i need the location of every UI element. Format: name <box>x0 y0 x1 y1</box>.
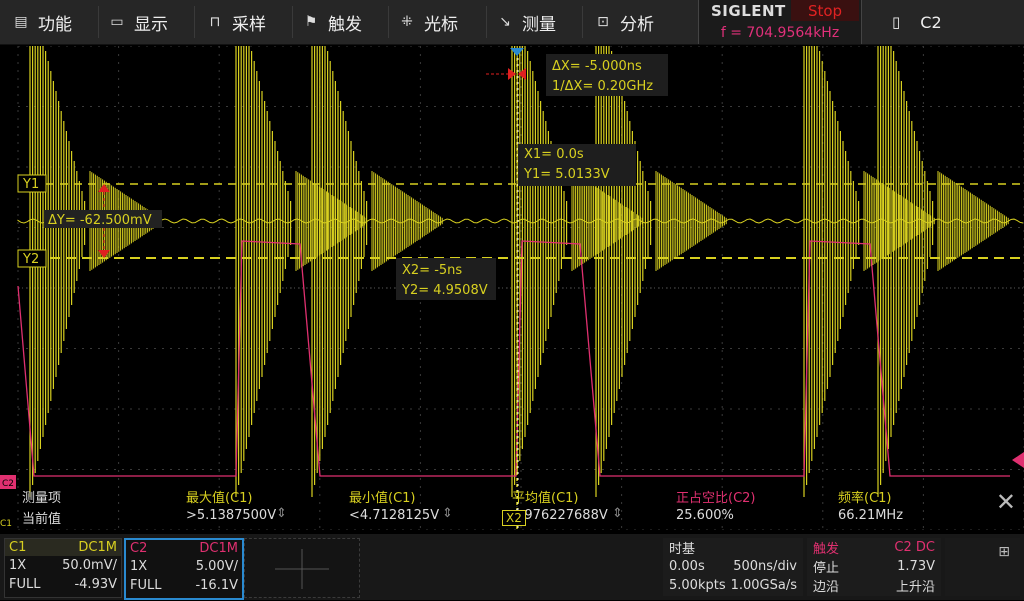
measure-header-label: 测量项 <box>22 491 62 506</box>
frequency-counter: f = 704.9564kHz <box>720 25 840 41</box>
measure-value-min: <4.7128125V <box>349 508 440 523</box>
trigger-box[interactable]: 触发 C2 DC 停止 1.73V 边沿 上升沿 <box>807 538 941 596</box>
c1-info-box[interactable]: C1 DC1M 1X 50.0mV/ FULL -4.93V <box>4 538 122 598</box>
c2-coupling: DC1M <box>199 541 238 556</box>
delta-x-readout: ΔX= -5.000ns <box>552 59 642 74</box>
brand-logo: SIGLENT <box>711 2 786 20</box>
c1-probe: 1X <box>9 558 27 573</box>
measure-name-freq[interactable]: 频率(C1) <box>838 487 892 506</box>
trigger-type: 边沿 <box>813 580 840 595</box>
timebase-scale: 500ns/div <box>733 559 797 574</box>
timebase-title: 时基 <box>669 542 696 557</box>
menu-analysis-label: 分析 <box>620 14 654 35</box>
measure-value-duty: 25.600% <box>676 508 734 523</box>
measurement-panel: 测量项 当前值 最大值(C1) >5.1387500V ⇕ 最小值(C1) <4… <box>0 484 1024 530</box>
measure-icon: ↘ <box>499 14 511 30</box>
c1-name: C1 <box>9 540 27 555</box>
status-panel: SIGLENT Stop f = 704.9564kHz <box>698 0 862 44</box>
trigger-level: 1.73V <box>897 559 935 574</box>
timebase-box[interactable]: 时基 0.00s 500ns/div 5.00kpts 1.00GSa/s <box>663 538 803 596</box>
function-icon: ▤ <box>14 14 28 30</box>
analysis-icon: ⊡ <box>597 14 609 30</box>
sample-rate: 1.00GSa/s <box>730 578 797 593</box>
y1-readout: Y1= 5.0133V <box>523 167 610 182</box>
network-icon: ⊞ <box>998 544 1010 560</box>
x2-tag[interactable]: X2 <box>502 510 526 526</box>
menu-display[interactable]: ▭ 显示 <box>108 0 168 44</box>
acquire-icon: ⊓ <box>209 14 221 30</box>
x1-readout: X1= 0.0s <box>524 147 584 162</box>
menu-function[interactable]: ▤ 功能 <box>12 0 72 44</box>
menu-acquire[interactable]: ⊓ 采样 <box>206 0 266 44</box>
c1-offset: -4.93V <box>74 577 117 592</box>
display-icon: ▭ <box>110 14 124 30</box>
measure-name-mean[interactable]: 平均值(C1) <box>512 487 579 506</box>
document-icon: ▯ <box>892 13 901 31</box>
trigger-flag-icon: ⚑ <box>304 14 318 30</box>
measure-value-label: 当前值 <box>22 512 62 527</box>
y2-tag: Y2 <box>22 252 39 267</box>
c1-coupling: DC1M <box>78 540 117 555</box>
channel-selector-label: C2 <box>920 12 942 32</box>
measure-value-mean: 4.976227688V <box>512 508 608 523</box>
trigger-slope: 上升沿 <box>895 580 935 595</box>
trigger-source: C2 DC <box>894 540 935 555</box>
menu-display-label: 显示 <box>134 14 168 35</box>
close-icon[interactable]: ✕ <box>996 488 1016 516</box>
y2-readout: Y2= 4.9508V <box>401 283 488 298</box>
measure-name-duty[interactable]: 正占空比(C2) <box>676 487 756 506</box>
stat-toggle-icon[interactable]: ⇕ <box>442 506 453 521</box>
add-channel-icon <box>275 549 329 589</box>
channel-selector[interactable]: ▯ C2 <box>882 0 1024 44</box>
trigger-state: 停止 <box>813 561 840 576</box>
measure-name-min[interactable]: 最小值(C1) <box>349 487 416 506</box>
measure-name-max[interactable]: 最大值(C1) <box>186 487 253 506</box>
stat-toggle-icon[interactable]: ⇕ <box>612 506 623 521</box>
stat-toggle-icon[interactable]: ⇕ <box>276 506 287 521</box>
menu-trigger-label: 触发 <box>328 14 362 35</box>
y1-tag: Y1 <box>22 177 39 192</box>
delta-y-readout: ΔY= -62.500mV <box>48 213 152 228</box>
timebase-delay: 0.00s <box>669 559 705 574</box>
menu-acquire-label: 采样 <box>232 14 266 35</box>
menu-analysis[interactable]: ⊡ 分析 <box>594 0 654 44</box>
bottom-status-bar: C1 DC1M 1X 50.0mV/ FULL -4.93V C2 DC1M 1X 5… <box>0 534 1024 600</box>
menu-cursor-label: 光标 <box>424 14 458 35</box>
add-channel-box[interactable] <box>244 538 360 598</box>
memory-depth: 5.00kpts <box>669 578 726 593</box>
c2-scale: 5.00V/ <box>195 559 238 574</box>
menu-function-label: 功能 <box>38 14 72 35</box>
run-stop-status[interactable]: Stop <box>791 0 859 21</box>
trigger-level-marker[interactable] <box>1012 452 1024 468</box>
menu-measure-label: 测量 <box>522 14 556 35</box>
menu-trigger[interactable]: ⚑ 触发 <box>302 0 362 44</box>
c2-probe: 1X <box>130 559 148 574</box>
cursor-icon: ⁜ <box>401 14 413 30</box>
trigger-title: 触发 <box>813 542 840 557</box>
c2-info-box[interactable]: C2 DC1M 1X 5.00V/ FULL -16.1V <box>124 538 244 600</box>
network-status-box[interactable]: ⊞ <box>945 538 1020 596</box>
measure-value-freq: 66.21MHz <box>838 508 904 523</box>
top-menu-bar: ▤ 功能 ▭ 显示 ⊓ 采样 ⚑ 触发 ⁜ 光标 ↘ 测量 ⊡ 分析 SIGLE… <box>0 0 1024 45</box>
c2-name: C2 <box>130 541 148 556</box>
measure-value-max: >5.1387500V <box>186 508 277 523</box>
c2-bandwidth: FULL <box>130 578 162 593</box>
waveform-graticule[interactable]: Y1 Y2 ΔY= -62.500mV ΔX= -5.000ns 1/ΔX= 0… <box>0 46 1024 530</box>
c1-scale: 50.0mV/ <box>62 558 117 573</box>
menu-measure[interactable]: ↘ 测量 <box>496 0 556 44</box>
menu-cursor[interactable]: ⁜ 光标 <box>398 0 458 44</box>
c1-bandwidth: FULL <box>9 577 41 592</box>
run-stop-label: Stop <box>807 1 843 20</box>
c2-offset: -16.1V <box>195 578 238 593</box>
x2-readout: X2= -5ns <box>402 263 462 278</box>
inv-delta-x-readout: 1/ΔX= 0.20GHz <box>552 79 653 94</box>
